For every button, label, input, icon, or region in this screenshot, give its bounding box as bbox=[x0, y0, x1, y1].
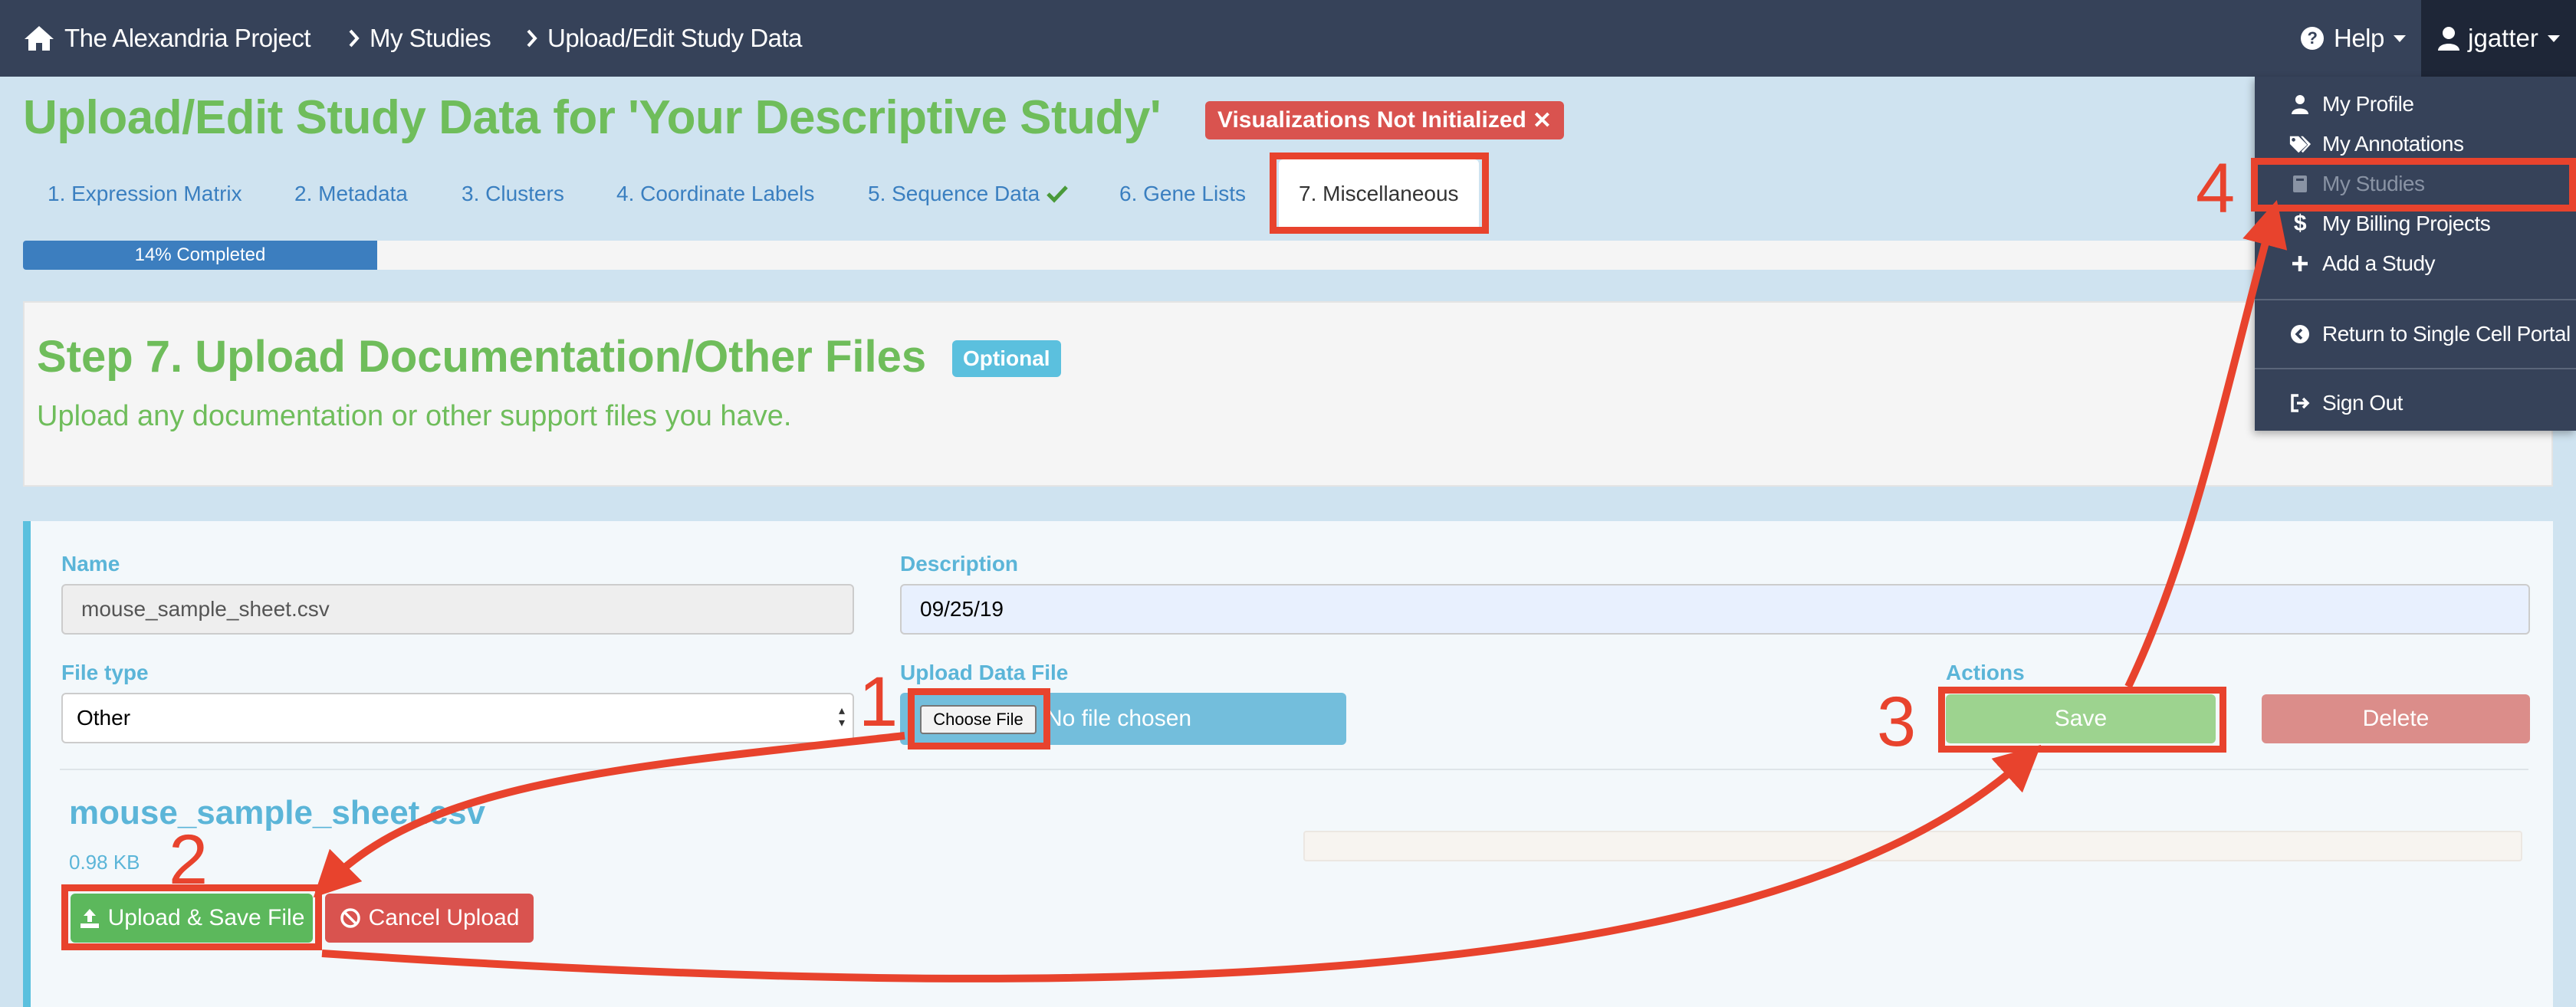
step-title: Step 7. Upload Documentation/Other Files bbox=[37, 332, 927, 382]
visualizations-status-badge: Visualizations Not Initialized ✕ bbox=[1205, 101, 1564, 139]
menu-item-my-annotations[interactable]: My Annotations bbox=[2288, 125, 2464, 163]
chevron-right-icon bbox=[527, 29, 537, 48]
breadcrumb-label: Upload/Edit Study Data bbox=[547, 24, 803, 52]
choose-file-button[interactable]: Choose File bbox=[920, 705, 1037, 734]
chevron-right-icon bbox=[349, 29, 360, 48]
upload-save-label: Upload & Save File bbox=[107, 905, 305, 930]
breadcrumb-my-studies[interactable]: My Studies bbox=[348, 0, 491, 77]
brand-label: The Alexandria Project bbox=[64, 24, 311, 52]
tab-label: 5. Sequence Data bbox=[868, 182, 1040, 205]
user-icon bbox=[2288, 94, 2312, 114]
help-label: Help bbox=[2334, 24, 2384, 52]
upload-data-file-label: Upload Data File bbox=[900, 661, 1069, 684]
description-value: 09/25/19 bbox=[920, 597, 1004, 621]
progress-bar-fill: 14% Completed bbox=[23, 241, 377, 270]
annotation-number-2: 2 bbox=[169, 821, 209, 899]
user-dropdown-menu: My Profile My Annotations My Studies $ M… bbox=[2255, 77, 2576, 431]
caret-down-icon bbox=[2547, 34, 2560, 42]
question-circle-icon: ? bbox=[2301, 27, 2324, 50]
cancel-upload-button[interactable]: Cancel Upload bbox=[325, 894, 534, 943]
actions-label: Actions bbox=[1946, 661, 2025, 684]
tab-expression-matrix[interactable]: 1. Expression Matrix bbox=[48, 159, 242, 228]
close-icon: ✕ bbox=[1532, 107, 1552, 133]
completion-progress: 14% Completed bbox=[23, 241, 2553, 270]
sign-out-icon bbox=[2288, 393, 2312, 413]
progress-label: 14% Completed bbox=[134, 244, 266, 265]
tab-miscellaneous[interactable]: 7. Miscellaneous bbox=[1279, 159, 1479, 228]
step-subtitle: Upload any documentation or other suppor… bbox=[37, 400, 792, 432]
select-arrows-icon: ▴ ▾ bbox=[838, 704, 845, 730]
breadcrumb-upload-edit[interactable]: Upload/Edit Study Data bbox=[526, 0, 803, 77]
form-divider bbox=[60, 769, 2528, 770]
menu-item-return-to-portal[interactable]: Return to Single Cell Portal bbox=[2288, 315, 2571, 353]
user-icon bbox=[2438, 27, 2460, 51]
tab-label: 2. Metadata bbox=[294, 182, 408, 205]
no-file-chosen-text: No file chosen bbox=[1046, 706, 1192, 731]
tags-icon bbox=[2288, 134, 2312, 154]
cancel-upload-label: Cancel Upload bbox=[368, 905, 520, 930]
menu-item-my-profile[interactable]: My Profile bbox=[2288, 85, 2414, 123]
name-label: Name bbox=[61, 552, 120, 576]
dollar-icon: $ bbox=[2293, 211, 2307, 236]
tab-coordinate-labels[interactable]: 4. Coordinate Labels bbox=[616, 159, 814, 228]
book-icon bbox=[2288, 174, 2312, 194]
check-icon bbox=[1046, 185, 1068, 203]
step-panel bbox=[23, 301, 2553, 487]
optional-badge: Optional bbox=[952, 340, 1061, 377]
upload-progress-track bbox=[1303, 831, 2522, 861]
menu-item-label: Return to Single Cell Portal bbox=[2322, 322, 2571, 346]
tab-label: 3. Clusters bbox=[462, 182, 564, 205]
menu-item-label: Add a Study bbox=[2322, 251, 2436, 275]
tab-label: 4. Coordinate Labels bbox=[616, 182, 815, 205]
tab-label: 7. Miscellaneous bbox=[1299, 182, 1459, 205]
file-type-select[interactable]: Other ▴ ▾ bbox=[61, 693, 854, 743]
menu-item-label: Sign Out bbox=[2322, 391, 2403, 415]
page-title: Upload/Edit Study Data for 'Your Descrip… bbox=[23, 91, 1162, 144]
menu-divider bbox=[2255, 299, 2576, 300]
annotation-number-3: 3 bbox=[1877, 683, 1917, 761]
svg-text:?: ? bbox=[2308, 28, 2318, 48]
selected-file-size: 0.98 KB bbox=[69, 851, 140, 874]
tab-clusters[interactable]: 3. Clusters bbox=[462, 159, 564, 228]
name-value: mouse_sample_sheet.csv bbox=[81, 597, 330, 621]
annotation-number-4: 4 bbox=[2196, 149, 2236, 228]
menu-item-sign-out[interactable]: Sign Out bbox=[2288, 384, 2403, 422]
help-menu[interactable]: ? Help bbox=[2300, 0, 2406, 77]
menu-item-my-studies[interactable]: My Studies bbox=[2288, 165, 2425, 203]
username-label: jgatter bbox=[2468, 24, 2538, 52]
navbar: The Alexandria Project My Studies Upload… bbox=[0, 0, 2576, 77]
description-input[interactable]: 09/25/19 bbox=[900, 584, 2530, 635]
tab-label: 6. Gene Lists bbox=[1119, 182, 1246, 205]
menu-item-add-a-study[interactable]: Add a Study bbox=[2288, 244, 2436, 283]
tab-label: 1. Expression Matrix bbox=[48, 182, 242, 205]
save-button[interactable]: Save bbox=[1946, 694, 2216, 743]
selected-file-name: mouse_sample_sheet.csv bbox=[69, 794, 485, 832]
tab-gene-lists[interactable]: 6. Gene Lists bbox=[1119, 159, 1246, 228]
file-type-label: File type bbox=[61, 661, 149, 684]
upload-save-file-button[interactable]: Upload & Save File bbox=[71, 894, 313, 943]
chevron-circle-left-icon bbox=[2288, 324, 2312, 344]
menu-item-label: My Studies bbox=[2322, 172, 2425, 195]
name-input[interactable]: mouse_sample_sheet.csv bbox=[61, 584, 854, 635]
ban-icon bbox=[340, 908, 360, 928]
caret-down-icon bbox=[2393, 34, 2406, 42]
upload-icon bbox=[80, 909, 99, 928]
menu-item-label: My Billing Projects bbox=[2322, 212, 2491, 235]
breadcrumb-label: My Studies bbox=[370, 24, 491, 52]
menu-item-label: My Annotations bbox=[2322, 132, 2464, 156]
file-type-value: Other bbox=[77, 706, 131, 730]
menu-divider bbox=[2255, 368, 2576, 369]
user-menu[interactable]: jgatter bbox=[2421, 0, 2576, 77]
tab-sequence-data[interactable]: 5. Sequence Data bbox=[868, 159, 1069, 228]
home-icon bbox=[25, 26, 54, 51]
delete-button[interactable]: Delete bbox=[2262, 694, 2530, 743]
plus-icon bbox=[2288, 254, 2312, 273]
status-badge-label: Visualizations Not Initialized bbox=[1217, 107, 1526, 133]
annotation-number-1: 1 bbox=[859, 663, 899, 741]
menu-item-my-billing-projects[interactable]: $ My Billing Projects bbox=[2288, 205, 2491, 243]
menu-item-label: My Profile bbox=[2322, 92, 2414, 116]
tab-metadata[interactable]: 2. Metadata bbox=[294, 159, 408, 228]
brand-link[interactable]: The Alexandria Project bbox=[23, 0, 311, 77]
description-label: Description bbox=[900, 552, 1019, 576]
